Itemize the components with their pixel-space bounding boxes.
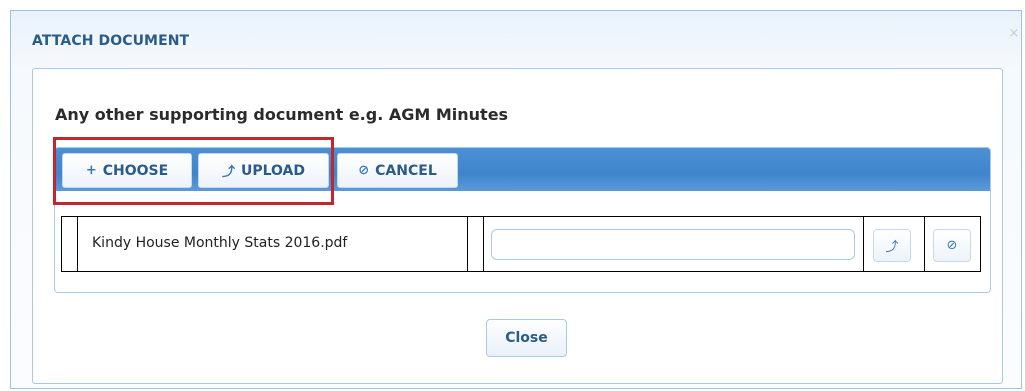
upload-toolbar: + CHOOSE ⤴ UPLOAD ⊘ CANCEL xyxy=(55,148,990,191)
row-spacer-cell xyxy=(468,217,484,271)
file-row: Kindy House Monthly Stats 2016.pdf ⤴ ⊘ xyxy=(61,216,981,272)
dialog-title: ATTACH DOCUMENT xyxy=(32,33,190,49)
row-upload-cell: ⤴ xyxy=(864,217,925,271)
row-cancel-button[interactable]: ⊘ xyxy=(933,229,971,262)
choose-button[interactable]: + CHOOSE xyxy=(62,153,192,188)
row-cancel-cell: ⊘ xyxy=(925,217,982,271)
dialog-content: Any other supporting document e.g. AGM M… xyxy=(32,68,1003,384)
upload-progress-bar xyxy=(491,229,855,260)
section-heading: Any other supporting document e.g. AGM M… xyxy=(55,105,509,124)
choose-label: CHOOSE xyxy=(102,162,169,179)
close-button[interactable]: Close xyxy=(486,319,567,357)
row-upload-button[interactable]: ⤴ xyxy=(873,229,911,262)
upload-icon: ⤴ xyxy=(885,240,899,255)
cancel-button[interactable]: ⊘ CANCEL xyxy=(337,153,458,188)
cancel-label: CANCEL xyxy=(375,162,437,179)
progress-cell xyxy=(484,217,864,271)
dialog-titlebar: ATTACH DOCUMENT × xyxy=(11,11,1021,61)
upload-button[interactable]: ⤴ UPLOAD xyxy=(198,153,329,188)
row-spacer-cell xyxy=(62,217,78,271)
cancel-icon: ⊘ xyxy=(358,163,370,178)
cancel-icon: ⊘ xyxy=(946,238,958,253)
file-upload-panel: + CHOOSE ⤴ UPLOAD ⊘ CANCEL Kindy House M… xyxy=(54,147,991,293)
upload-icon: ⤴ xyxy=(221,165,235,180)
file-name-cell: Kindy House Monthly Stats 2016.pdf xyxy=(78,217,468,271)
close-icon[interactable]: × xyxy=(1007,27,1021,41)
plus-icon: + xyxy=(85,163,97,178)
file-name: Kindy House Monthly Stats 2016.pdf xyxy=(92,235,348,251)
attach-document-dialog: ATTACH DOCUMENT × Any other supporting d… xyxy=(10,10,1022,389)
upload-label: UPLOAD xyxy=(240,162,306,179)
